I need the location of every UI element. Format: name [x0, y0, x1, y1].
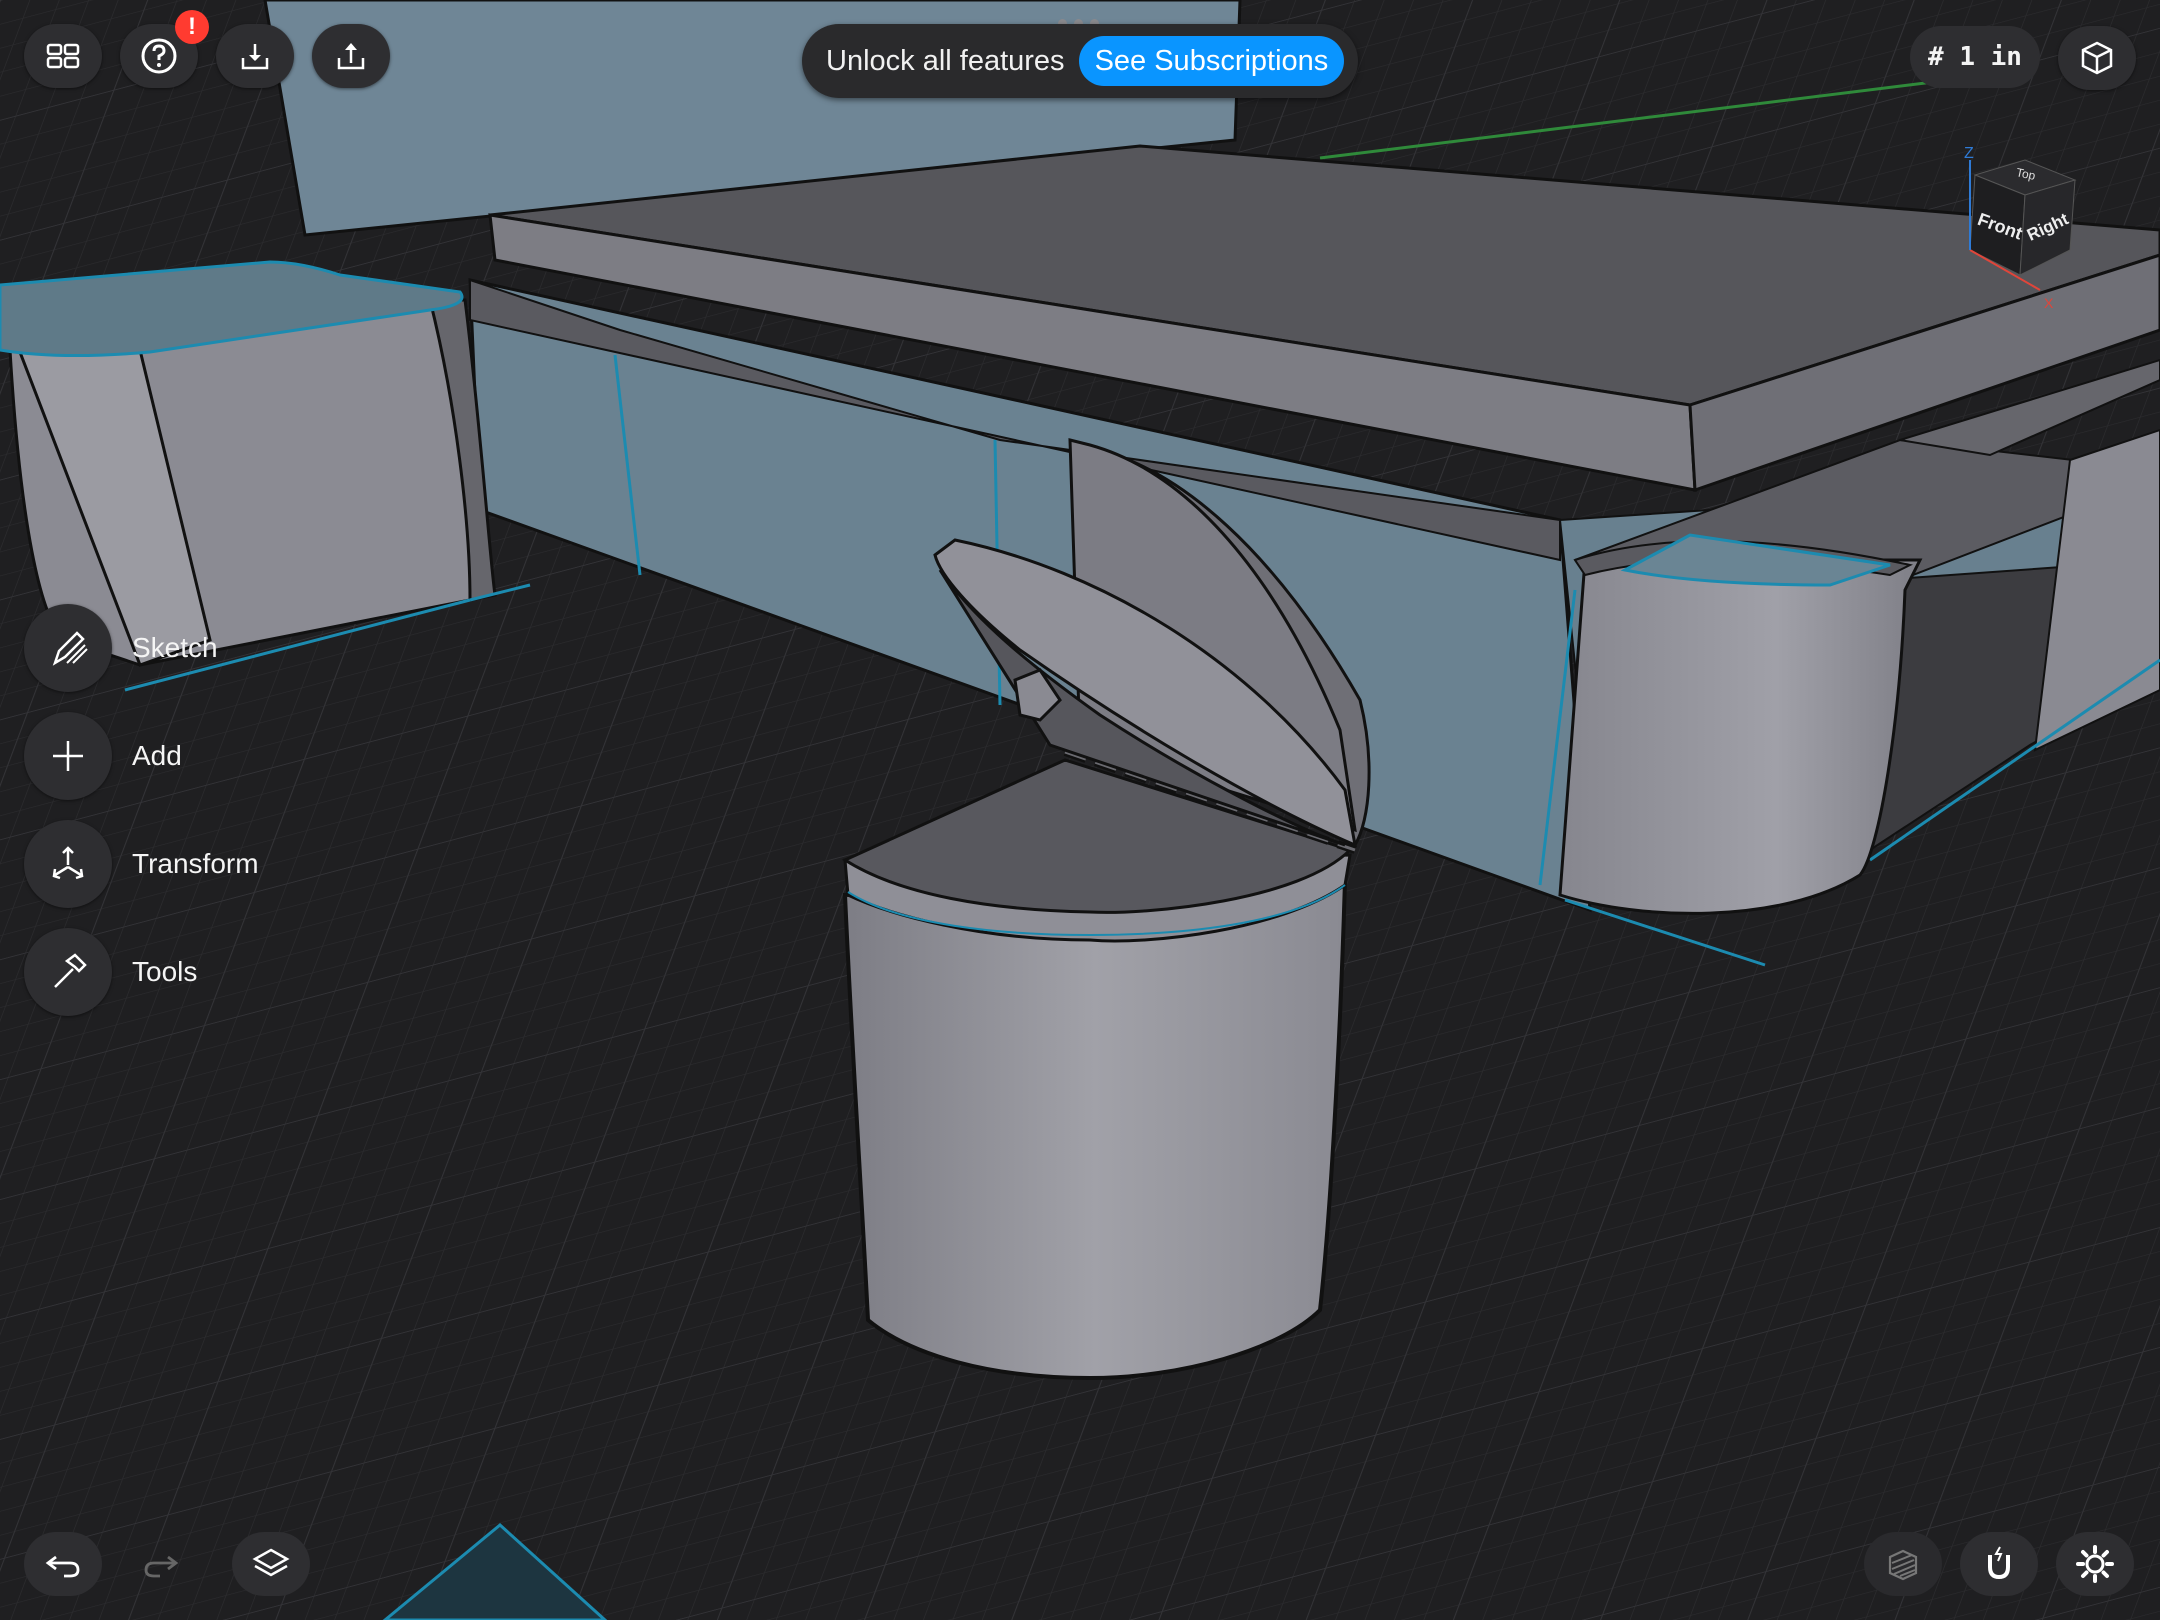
tool-tools-label[interactable]: Tools: [132, 956, 197, 988]
layers-button[interactable]: [232, 1532, 310, 1596]
snap-magnet-icon: [1988, 1546, 2010, 1580]
view-mode-button[interactable]: [2058, 26, 2136, 90]
tool-transform[interactable]: Transform: [24, 820, 324, 910]
view-cube[interactable]: Top Front Right Z X: [1950, 140, 2100, 310]
3d-viewport[interactable]: [0, 0, 2160, 1620]
help-icon: [141, 38, 177, 74]
hammer-icon: [54, 953, 87, 988]
notification-badge: !: [175, 10, 209, 44]
tool-transform-label[interactable]: Transform: [132, 848, 259, 880]
tool-sketch-circle[interactable]: [24, 604, 112, 692]
redo-button[interactable]: [122, 1532, 200, 1596]
import-icon: [241, 44, 269, 70]
redo-icon: [144, 1555, 179, 1578]
undo-button[interactable]: [24, 1532, 102, 1596]
tool-add[interactable]: Add: [24, 712, 324, 802]
promo-banner: Unlock all features See Subscriptions: [802, 24, 1358, 98]
axis-x-label: X: [2044, 295, 2054, 310]
promo-text: Unlock all features: [826, 44, 1065, 77]
tool-sketch[interactable]: Sketch: [24, 604, 324, 694]
cube-wireframe-icon: [2081, 41, 2113, 75]
tool-tools[interactable]: Tools: [24, 928, 324, 1018]
section-view-button[interactable]: [1864, 1532, 1942, 1596]
export-icon: [337, 43, 365, 70]
grid-menu-button[interactable]: [24, 24, 102, 88]
export-button[interactable]: [312, 24, 390, 88]
layers-icon: [252, 1548, 290, 1577]
tool-add-label[interactable]: Add: [132, 740, 182, 772]
transform-arrows-icon: [52, 846, 84, 880]
settings-gear-icon: [2076, 1545, 2114, 1583]
axis-z-label: Z: [1964, 145, 1974, 162]
tool-tools-circle[interactable]: [24, 928, 112, 1016]
see-subscriptions-button[interactable]: See Subscriptions: [1078, 36, 1345, 86]
tool-sketch-label[interactable]: Sketch: [132, 632, 218, 664]
import-button[interactable]: [216, 24, 294, 88]
grid-units-button[interactable]: # 1 in: [1910, 26, 2040, 88]
undo-icon: [45, 1555, 80, 1578]
grid-menu-icon: [46, 43, 80, 69]
plus-icon: [53, 741, 83, 771]
tool-transform-circle[interactable]: [24, 820, 112, 908]
snap-button[interactable]: [1960, 1532, 2038, 1596]
tool-add-circle[interactable]: [24, 712, 112, 800]
pencil-icon: [52, 631, 88, 666]
settings-button[interactable]: [2056, 1532, 2134, 1596]
section-view-icon: [1888, 1549, 1918, 1581]
